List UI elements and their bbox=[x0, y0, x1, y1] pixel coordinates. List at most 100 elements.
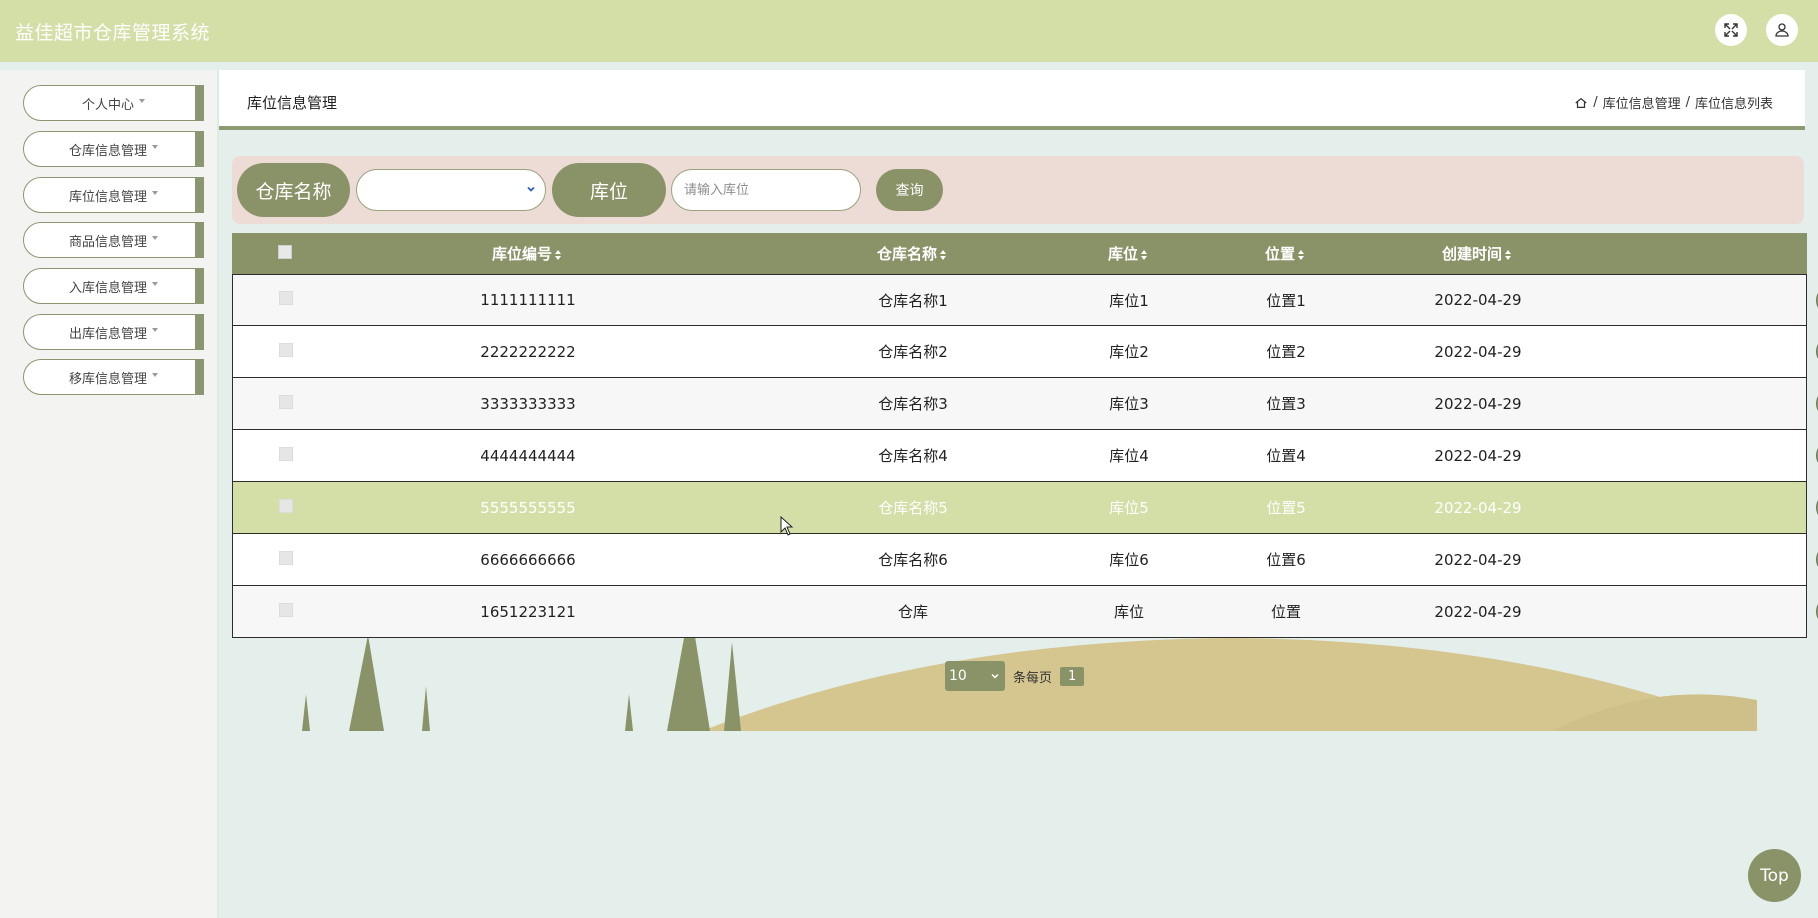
sidebar-item-transfer[interactable]: 移库信息管理 bbox=[23, 359, 204, 395]
back-to-top-button[interactable]: Top bbox=[1748, 849, 1801, 902]
table-row[interactable]: 1111111111 仓库名称1 库位1 位置1 2022-04-29 查看 bbox=[232, 274, 1818, 326]
cell-location: 库位 bbox=[1113, 603, 1144, 621]
cell-actions: 查看 bbox=[1789, 493, 1818, 522]
mouse-cursor-icon bbox=[780, 516, 794, 536]
sidebar-item-label: 商品信息管理 bbox=[68, 234, 147, 250]
cell-code: 2222222222 bbox=[480, 342, 576, 361]
row-checkbox[interactable] bbox=[279, 342, 293, 357]
cell-location: 库位1 bbox=[1109, 291, 1149, 310]
sidebar-item-inbound[interactable]: 入库信息管理 bbox=[23, 268, 204, 304]
row-checkbox[interactable] bbox=[279, 291, 293, 305]
cell-code: 1111111111 bbox=[480, 291, 576, 309]
search-bar: 仓库名称 库位 查询 bbox=[232, 156, 1804, 224]
cell-created: 2022-04-29 bbox=[1434, 550, 1522, 569]
cell-warehouse: 仓库 bbox=[897, 603, 928, 621]
cell-warehouse: 仓库名称3 bbox=[878, 395, 948, 413]
fullscreen-button[interactable] bbox=[1715, 14, 1747, 46]
header-created[interactable]: 创建时间 bbox=[1377, 243, 1577, 264]
caret-down-icon bbox=[152, 328, 158, 332]
cell-location: 库位6 bbox=[1109, 551, 1149, 569]
sidebar-item-label: 出库信息管理 bbox=[68, 326, 147, 342]
cell-position: 位置3 bbox=[1266, 395, 1306, 413]
table-row[interactable]: 3333333333 仓库名称3 库位3 位置3 2022-04-29 查看 bbox=[232, 378, 1818, 430]
sidebar-item-goods[interactable]: 商品信息管理 bbox=[23, 222, 204, 258]
row-checkbox[interactable] bbox=[279, 446, 293, 461]
sidebar-item-personal-center[interactable]: 个人中心 bbox=[23, 85, 204, 121]
caret-down-icon bbox=[152, 373, 158, 377]
cell-created: 2022-04-29 bbox=[1434, 394, 1522, 413]
page-title: 库位信息管理 bbox=[247, 94, 338, 112]
caret-down-icon bbox=[139, 99, 145, 103]
header-location[interactable]: 库位 bbox=[1068, 243, 1188, 264]
app-title: 益佳超市仓库管理系统 bbox=[15, 22, 211, 44]
table-row[interactable]: 4444444444 仓库名称4 库位4 位置4 2022-04-29 查看 bbox=[232, 430, 1818, 482]
chevron-down-icon bbox=[527, 186, 535, 192]
cell-position: 位置5 bbox=[1266, 499, 1306, 517]
table-row[interactable]: 2222222222 仓库名称2 库位2 位置2 2022-04-29 查看 bbox=[232, 326, 1818, 378]
sidebar-item-label: 库位信息管理 bbox=[68, 189, 147, 205]
row-select-cell bbox=[279, 394, 293, 413]
header-location-label: 库位 bbox=[1107, 245, 1138, 263]
cell-position: 位置2 bbox=[1266, 343, 1306, 361]
sidebar-item-outbound[interactable]: 出库信息管理 bbox=[23, 314, 204, 350]
user-icon bbox=[1775, 23, 1789, 37]
cell-warehouse: 仓库名称6 bbox=[878, 551, 948, 569]
table-row-highlighted[interactable]: 5555555555 仓库名称5 库位5 位置5 2022-04-29 查看 bbox=[232, 482, 1818, 534]
row-checkbox[interactable] bbox=[279, 550, 293, 565]
table-row[interactable]: 6666666666 仓库名称6 库位6 位置6 2022-04-29 查看 bbox=[232, 534, 1818, 586]
row-select-cell bbox=[279, 342, 293, 361]
header-code[interactable]: 库位编号 bbox=[427, 243, 627, 264]
cell-code: 3333333333 bbox=[480, 394, 576, 413]
page-header: 库位信息管理 / 库位信息管理 / 库位信息列表 bbox=[219, 70, 1805, 130]
sort-icon bbox=[940, 249, 946, 260]
query-button[interactable]: 查询 bbox=[876, 169, 943, 211]
cell-position: 位置1 bbox=[1266, 291, 1306, 310]
row-select-cell bbox=[279, 498, 293, 517]
cell-warehouse: 仓库名称1 bbox=[878, 291, 948, 310]
cell-position: 位置4 bbox=[1266, 447, 1306, 465]
header-position-label: 位置 bbox=[1264, 245, 1295, 263]
caret-down-icon bbox=[152, 145, 158, 149]
sidebar: 个人中心 仓库信息管理 库位信息管理 商品信息管理 入库信息管理 出库信息管理 … bbox=[0, 70, 219, 918]
pagination: 10 条每页 1 bbox=[945, 661, 1085, 691]
table-header: 库位编号 仓库名称 库位 位置 创建时间 操作 bbox=[232, 233, 1807, 274]
table-body: 1111111111 仓库名称1 库位1 位置1 2022-04-29 查看 2… bbox=[232, 274, 1818, 638]
breadcrumb-separator: / bbox=[1685, 95, 1690, 110]
location-table: 库位编号 仓库名称 库位 位置 创建时间 操作 1111111111 仓库名称1… bbox=[232, 233, 1818, 638]
cell-location: 库位3 bbox=[1109, 395, 1149, 413]
cell-warehouse: 仓库名称5 bbox=[878, 499, 948, 517]
cell-warehouse: 仓库名称4 bbox=[878, 447, 948, 465]
page-size-select[interactable]: 10 bbox=[945, 661, 1005, 691]
sort-icon bbox=[1298, 249, 1304, 260]
warehouse-name-select[interactable] bbox=[356, 169, 546, 211]
sidebar-item-label: 个人中心 bbox=[81, 97, 134, 113]
cell-code: 1651223121 bbox=[480, 602, 576, 621]
row-select-cell bbox=[279, 446, 293, 465]
row-checkbox[interactable] bbox=[279, 394, 293, 409]
select-all-cell bbox=[278, 244, 292, 263]
sidebar-item-location[interactable]: 库位信息管理 bbox=[23, 177, 204, 213]
home-icon[interactable] bbox=[1574, 96, 1588, 110]
sidebar-item-label: 入库信息管理 bbox=[68, 280, 147, 296]
header-warehouse[interactable]: 仓库名称 bbox=[812, 243, 1012, 264]
page-number-current[interactable]: 1 bbox=[1060, 666, 1085, 686]
sidebar-item-label: 移库信息管理 bbox=[68, 371, 147, 387]
header-position[interactable]: 位置 bbox=[1225, 243, 1345, 264]
select-all-checkbox[interactable] bbox=[278, 244, 292, 259]
header-warehouse-label: 仓库名称 bbox=[876, 245, 937, 263]
row-checkbox[interactable] bbox=[279, 602, 293, 617]
row-select-cell bbox=[279, 602, 293, 621]
table-row[interactable]: 1651223121 仓库 库位 位置 2022-04-29 查看 bbox=[232, 586, 1818, 638]
cell-position: 位置6 bbox=[1266, 551, 1306, 569]
user-menu-button[interactable] bbox=[1766, 14, 1798, 46]
top-bar: 益佳超市仓库管理系统 bbox=[0, 0, 1818, 62]
location-input[interactable] bbox=[671, 169, 861, 211]
sidebar-item-warehouse[interactable]: 仓库信息管理 bbox=[23, 131, 204, 167]
breadcrumb-item-module[interactable]: 库位信息管理 bbox=[1603, 93, 1681, 112]
breadcrumb-item-current: 库位信息列表 bbox=[1694, 97, 1773, 112]
row-checkbox[interactable] bbox=[279, 498, 293, 513]
sort-icon bbox=[555, 249, 561, 260]
sort-icon bbox=[1141, 249, 1147, 260]
caret-down-icon bbox=[152, 236, 158, 240]
cell-actions: 查看 bbox=[1789, 545, 1818, 574]
